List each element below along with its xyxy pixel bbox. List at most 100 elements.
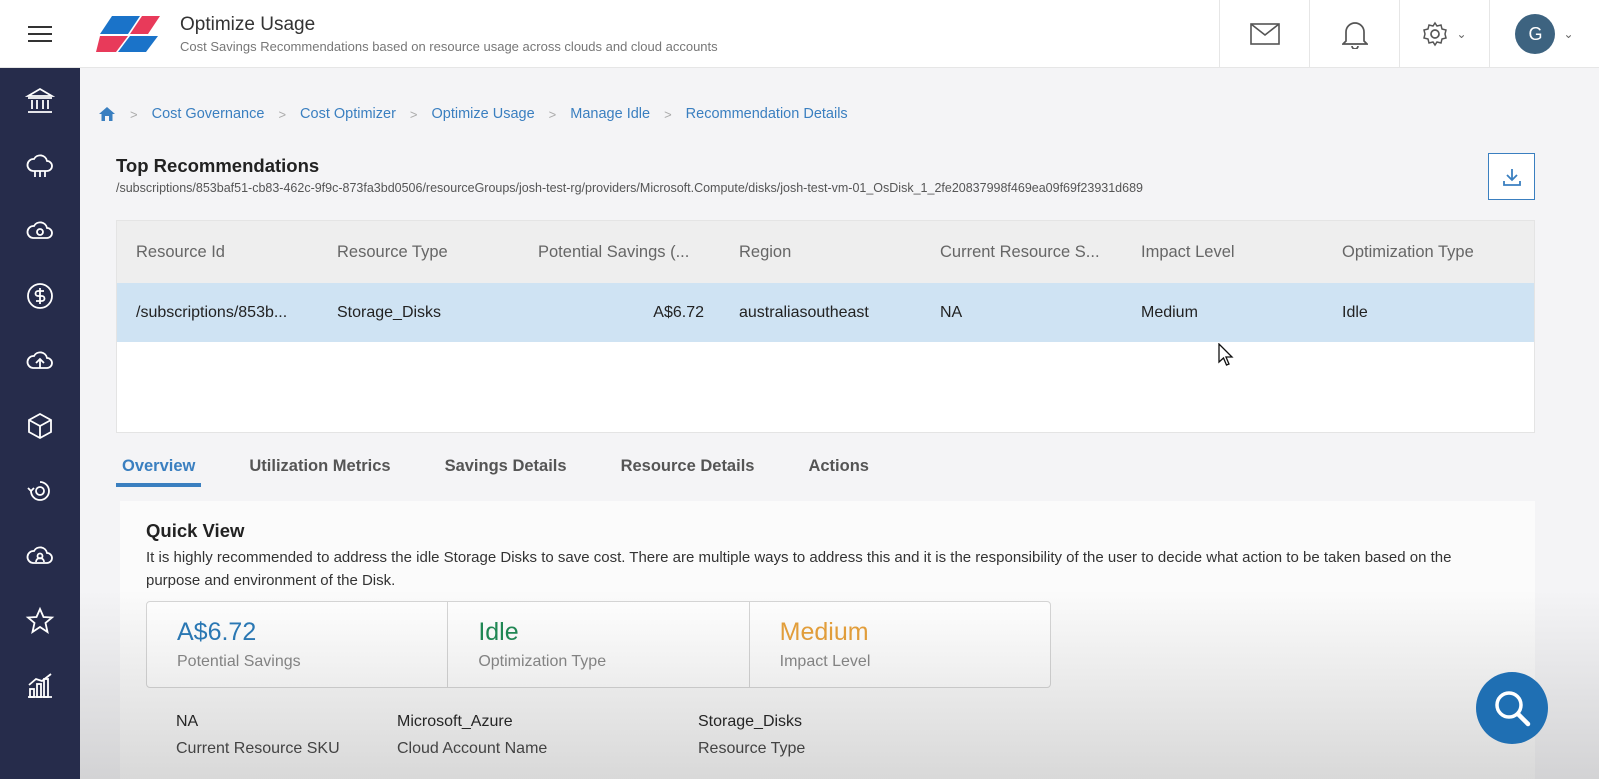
tab-utilization-metrics[interactable]: Utilization Metrics <box>243 451 396 487</box>
recommendations-table: Resource Id Resource Type Potential Savi… <box>116 220 1535 433</box>
settings-button[interactable]: ⌄ <box>1399 0 1489 68</box>
overview-panel: Quick View It is highly recommended to a… <box>120 501 1535 779</box>
card-value: A$6.72 <box>177 618 257 646</box>
page-subtitle: Cost Savings Recommendations based on re… <box>180 38 718 54</box>
sidebar-item-resources[interactable] <box>0 393 80 458</box>
cell-impact-level: Medium <box>1141 303 1198 321</box>
hamburger-icon <box>28 32 52 35</box>
page-header-title-block: Optimize Usage Cost Savings Recommendati… <box>180 14 718 54</box>
sidebar-item-cost[interactable] <box>0 263 80 328</box>
user-menu-button[interactable]: G ⌄ <box>1489 0 1599 68</box>
cell-resource-type: Storage_Disks <box>337 303 442 321</box>
cell-potential-savings: A$6.72 <box>653 303 704 321</box>
breadcrumb-separator: > <box>664 106 672 122</box>
breadcrumb-link-cost-optimizer[interactable]: Cost Optimizer <box>300 106 396 122</box>
tab-overview[interactable]: Overview <box>116 451 202 487</box>
column-header[interactable]: Resource Id <box>117 243 318 262</box>
sidebar-item-bank[interactable] <box>0 68 80 133</box>
quick-view-title: Quick View <box>146 520 245 541</box>
impact-level-card: Medium Impact Level <box>750 602 1050 687</box>
breadcrumb-link-optimize-usage[interactable]: Optimize Usage <box>432 106 535 122</box>
table-row[interactable]: /subscriptions/853b... Storage_Disks A$6… <box>117 283 1534 342</box>
tab-savings-details[interactable]: Savings Details <box>439 451 573 487</box>
detail-field: NA Current Resource SKU <box>176 713 397 758</box>
bell-icon <box>1341 22 1368 49</box>
section-title: Top Recommendations <box>116 155 320 176</box>
main-content: > Cost Governance > Cost Optimizer > Opt… <box>80 69 1599 779</box>
cell-resource-id: /subscriptions/853b... <box>136 303 288 321</box>
quick-view-description: It is highly recommended to address the … <box>146 549 1452 589</box>
column-header[interactable]: Current Resource S... <box>921 243 1122 262</box>
download-button[interactable] <box>1488 153 1535 200</box>
cube-icon <box>28 412 52 439</box>
dollar-icon <box>27 282 53 309</box>
chevron-down-icon: ⌄ <box>1563 27 1574 41</box>
gear-cycle-icon <box>27 480 50 501</box>
sidebar-item-cloud-network[interactable] <box>0 133 80 198</box>
cell-optimization-type: Idle <box>1342 303 1368 321</box>
cell-region: australiasoutheast <box>739 303 869 321</box>
tab-resource-details[interactable]: Resource Details <box>615 451 761 487</box>
search-icon <box>1495 691 1531 727</box>
tab-actions[interactable]: Actions <box>802 451 875 487</box>
card-label: Potential Savings <box>177 653 301 670</box>
detail-field: Microsoft_Azure Cloud Account Name <box>397 713 698 758</box>
column-header[interactable]: Resource Type <box>318 243 519 262</box>
detail-tabs: Overview Utilization Metrics Savings Det… <box>116 451 917 487</box>
avatar: G <box>1515 14 1556 54</box>
column-header[interactable]: Region <box>720 243 921 262</box>
detail-value: NA <box>176 713 199 730</box>
notifications-button[interactable] <box>1309 0 1399 68</box>
cell-current-resource-sku: NA <box>940 303 963 321</box>
cloud-network-icon <box>26 154 53 177</box>
card-label: Optimization Type <box>478 653 607 670</box>
sidebar-item-cloud-upload[interactable] <box>0 328 80 393</box>
column-header[interactable]: Impact Level <box>1122 243 1323 262</box>
app-logo <box>96 15 160 52</box>
detail-value: Microsoft_Azure <box>397 713 513 730</box>
breadcrumb-link-cost-governance[interactable]: Cost Governance <box>152 106 265 122</box>
detail-label: Cloud Account Name <box>397 740 548 757</box>
potential-savings-card: A$6.72 Potential Savings <box>147 602 449 687</box>
hamburger-menu-button[interactable] <box>0 0 80 68</box>
chart-icon <box>28 672 52 698</box>
breadcrumb-link-manage-idle[interactable]: Manage Idle <box>570 106 650 122</box>
sidebar-item-reports[interactable] <box>0 653 80 718</box>
summary-cards: A$6.72 Potential Savings Idle Optimizati… <box>146 601 1051 688</box>
detail-label: Current Resource SKU <box>176 740 340 757</box>
cloud-upload-icon <box>26 351 53 369</box>
mouse-cursor-icon <box>1218 343 1234 366</box>
download-icon <box>1502 168 1521 186</box>
sidebar <box>0 68 80 779</box>
star-icon <box>25 606 55 634</box>
top-header: Optimize Usage Cost Savings Recommendati… <box>0 0 1599 68</box>
breadcrumb-separator: > <box>548 106 557 122</box>
breadcrumb-separator: > <box>130 106 138 122</box>
search-assistant-button[interactable] <box>1476 672 1548 744</box>
card-label: Impact Level <box>779 653 871 670</box>
chevron-down-icon: ⌄ <box>1456 27 1467 41</box>
cloud-user-icon <box>26 546 53 564</box>
cloud-sync-icon <box>26 221 53 239</box>
page-title: Optimize Usage <box>180 13 316 35</box>
sidebar-item-cloud-sync[interactable] <box>0 198 80 263</box>
bank-icon <box>25 87 55 113</box>
detail-value: Storage_Disks <box>698 713 803 730</box>
messages-button[interactable] <box>1219 0 1309 68</box>
gear-icon <box>1423 21 1448 47</box>
resource-path: /subscriptions/853baf51-cb83-462c-9f9c-8… <box>116 181 1143 195</box>
table-header: Resource Id Resource Type Potential Savi… <box>117 221 1534 283</box>
detail-field: Storage_Disks Resource Type <box>698 713 919 758</box>
mail-icon <box>1249 23 1280 45</box>
breadcrumb-separator: > <box>409 106 418 122</box>
detail-label: Resource Type <box>698 740 806 757</box>
breadcrumb-separator: > <box>278 106 287 122</box>
home-icon[interactable] <box>98 105 116 123</box>
sidebar-item-cloud-users[interactable] <box>0 523 80 588</box>
sidebar-item-favorites[interactable] <box>0 588 80 653</box>
detail-fields: NA Current Resource SKU Microsoft_Azure … <box>176 713 919 758</box>
column-header[interactable]: Potential Savings (... <box>519 243 720 262</box>
sidebar-item-automation[interactable] <box>0 458 80 523</box>
breadcrumb-current-page[interactable]: Recommendation Details <box>686 106 848 122</box>
column-header[interactable]: Optimization Type <box>1323 243 1524 262</box>
